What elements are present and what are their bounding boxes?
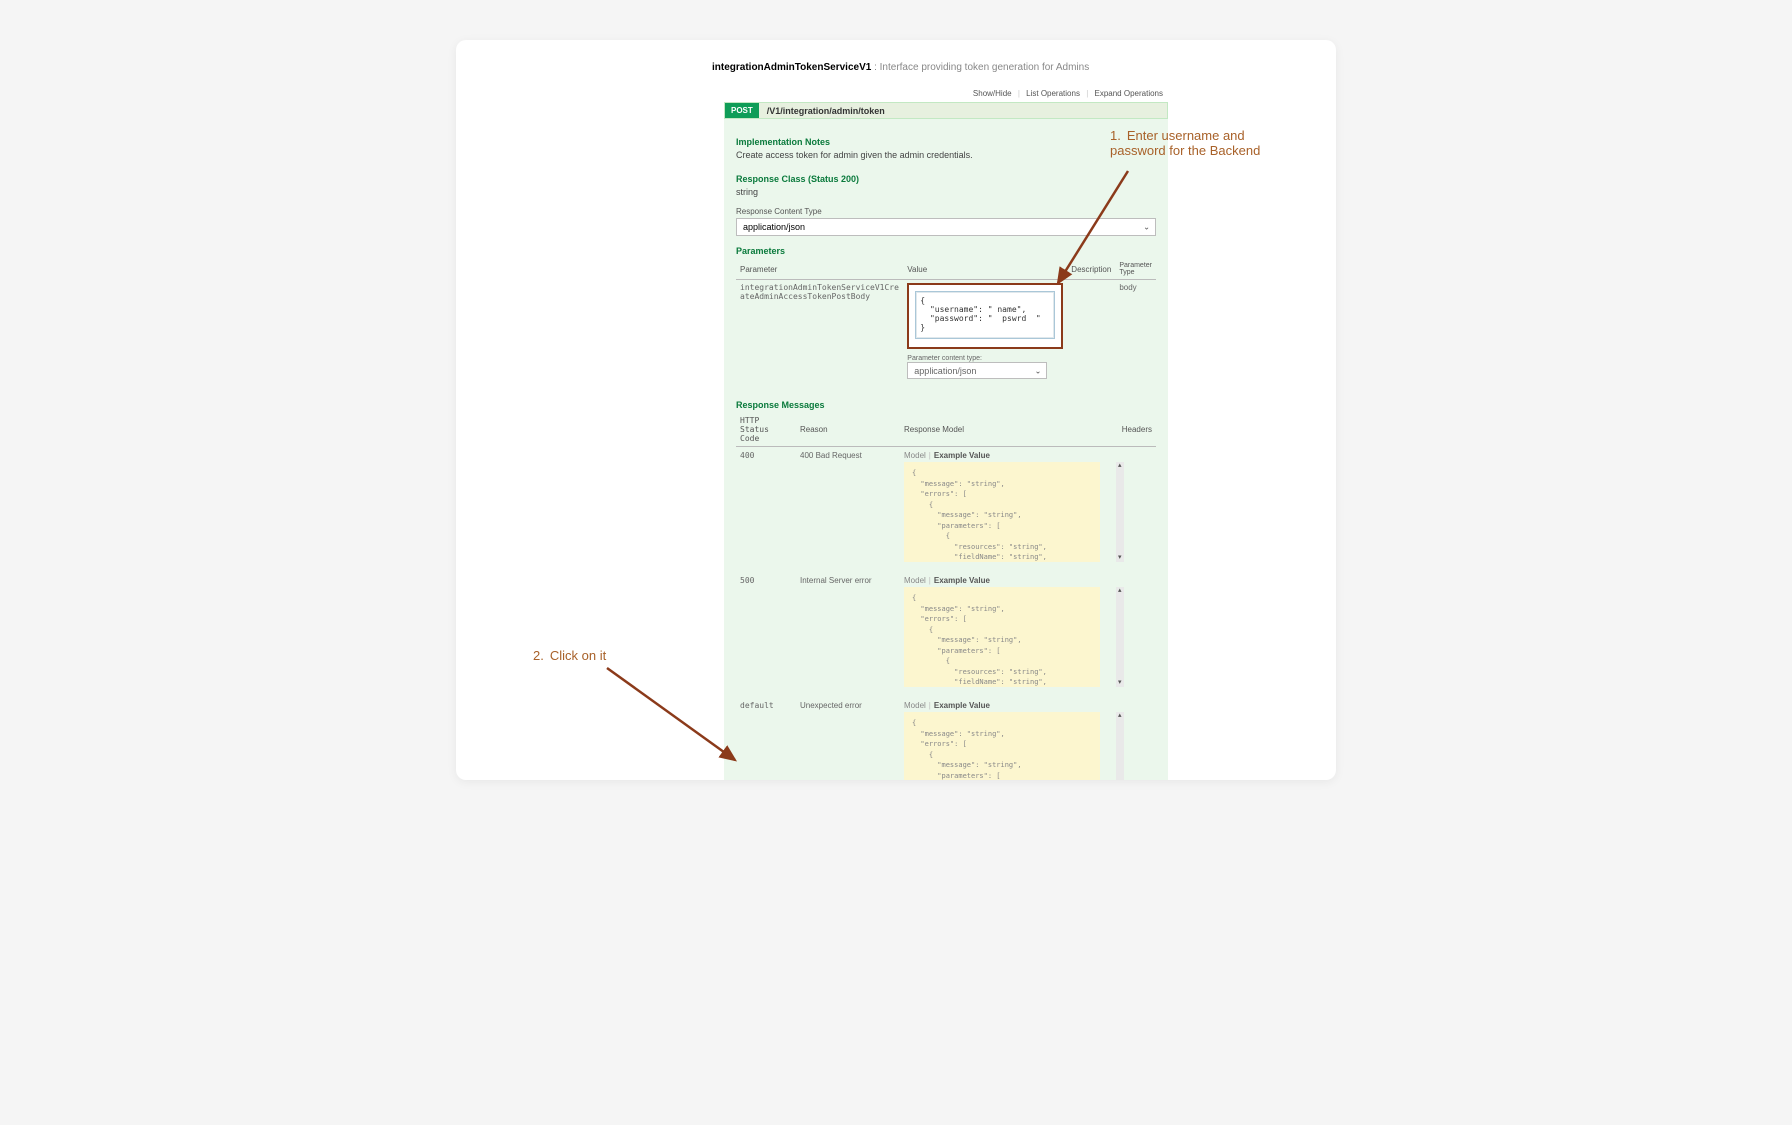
response-messages-table: HTTP Status Code Reason Response Model H… bbox=[736, 413, 1156, 780]
implementation-notes-text: Create access token for admin given the … bbox=[736, 150, 1156, 160]
tab-example-value[interactable]: Example Value bbox=[934, 451, 990, 460]
response-class-type: string bbox=[736, 187, 1156, 197]
service-name: integrationAdminTokenServiceV1 bbox=[712, 62, 871, 73]
tab-model[interactable]: Model bbox=[904, 451, 926, 460]
annotation-step1: 1.Enter username and password for the Ba… bbox=[1110, 128, 1290, 158]
http-status-code: 500 bbox=[736, 572, 796, 697]
http-status-code: default bbox=[736, 697, 796, 780]
parameter-type: body bbox=[1115, 280, 1156, 383]
response-content-type-label: Response Content Type bbox=[736, 207, 1156, 216]
expand-operations-link[interactable]: Expand Operations bbox=[1095, 89, 1164, 98]
table-row: 500Internal Server error Model|Example Va… bbox=[736, 572, 1156, 697]
example-value-block[interactable]: { "message": "string", "errors": [ { "me… bbox=[904, 462, 1100, 562]
param-content-type-select[interactable]: application/json ⌄ bbox=[907, 362, 1047, 379]
scroll-up-icon[interactable]: ▴ bbox=[1116, 712, 1124, 720]
col-response-model: Response Model bbox=[900, 413, 1118, 447]
response-content-type-select[interactable]: application/json ⌄ bbox=[736, 218, 1156, 236]
scroll-up-icon[interactable]: ▴ bbox=[1116, 587, 1124, 595]
showhide-link[interactable]: Show/Hide bbox=[973, 89, 1012, 98]
tab-model[interactable]: Model bbox=[904, 701, 926, 710]
table-row: integrationAdminTokenServiceV1CreateAdmi… bbox=[736, 280, 1156, 383]
annotation-step2: 2.Click on it bbox=[533, 648, 606, 663]
parameter-value-box bbox=[907, 283, 1063, 349]
col-description: Description bbox=[1067, 259, 1115, 280]
example-value-block[interactable]: { "message": "string", "errors": [ { "me… bbox=[904, 712, 1100, 780]
table-row: defaultUnexpected error Model|Example Val… bbox=[736, 697, 1156, 780]
col-reason: Reason bbox=[796, 413, 900, 447]
service-title: integrationAdminTokenServiceV1 : Interfa… bbox=[456, 62, 1336, 73]
reason: Unexpected error bbox=[796, 697, 900, 780]
parameters-heading: Parameters bbox=[736, 246, 1156, 256]
response-class-heading: Response Class (Status 200) bbox=[736, 174, 1156, 184]
col-parameter: Parameter bbox=[736, 259, 903, 280]
operation-links: Show/Hide | List Operations | Expand Ope… bbox=[724, 85, 1168, 102]
service-desc: : Interface providing token generation f… bbox=[874, 62, 1089, 73]
parameter-value-input[interactable] bbox=[915, 291, 1055, 339]
col-http-code: HTTP Status Code bbox=[736, 413, 796, 447]
method-badge: POST bbox=[725, 103, 759, 118]
model-tabs: Model|Example Value bbox=[904, 576, 1114, 585]
operation-path: /V1/integration/admin/token bbox=[767, 106, 885, 116]
documentation-card: integrationAdminTokenServiceV1 : Interfa… bbox=[456, 40, 1336, 780]
parameter-name: integrationAdminTokenServiceV1CreateAdmi… bbox=[736, 280, 903, 383]
scrollbar[interactable]: ▴▾ bbox=[1116, 462, 1124, 562]
scroll-down-icon[interactable]: ▾ bbox=[1116, 554, 1124, 562]
example-value-block[interactable]: { "message": "string", "errors": [ { "me… bbox=[904, 587, 1100, 687]
tab-example-value[interactable]: Example Value bbox=[934, 576, 990, 585]
table-row: 400400 Bad Request Model|Example Value { "… bbox=[736, 447, 1156, 573]
reason: 400 Bad Request bbox=[796, 447, 900, 573]
operation-header[interactable]: POST /V1/integration/admin/token bbox=[724, 102, 1168, 119]
col-param-type: Parameter Type bbox=[1115, 259, 1156, 280]
parameters-table: Parameter Value Description Parameter Ty… bbox=[736, 259, 1156, 382]
swagger-body: Show/Hide | List Operations | Expand Ope… bbox=[724, 85, 1168, 780]
response-messages-heading: Response Messages bbox=[736, 400, 1156, 410]
http-status-code: 400 bbox=[736, 447, 796, 573]
scrollbar[interactable]: ▴▾ bbox=[1116, 712, 1124, 780]
param-content-type-label: Parameter content type: bbox=[907, 355, 1063, 362]
scroll-down-icon[interactable]: ▾ bbox=[1116, 679, 1124, 687]
model-tabs: Model|Example Value bbox=[904, 701, 1114, 710]
scrollbar[interactable]: ▴▾ bbox=[1116, 587, 1124, 687]
reason: Internal Server error bbox=[796, 572, 900, 697]
operation-content: Implementation Notes Create access token… bbox=[724, 119, 1168, 780]
col-headers: Headers bbox=[1118, 413, 1156, 447]
tab-model[interactable]: Model bbox=[904, 576, 926, 585]
col-value: Value bbox=[903, 259, 1067, 280]
tab-example-value[interactable]: Example Value bbox=[934, 701, 990, 710]
list-operations-link[interactable]: List Operations bbox=[1026, 89, 1080, 98]
model-tabs: Model|Example Value bbox=[904, 451, 1114, 460]
scroll-up-icon[interactable]: ▴ bbox=[1116, 462, 1124, 470]
implementation-notes-heading: Implementation Notes bbox=[736, 137, 1156, 147]
